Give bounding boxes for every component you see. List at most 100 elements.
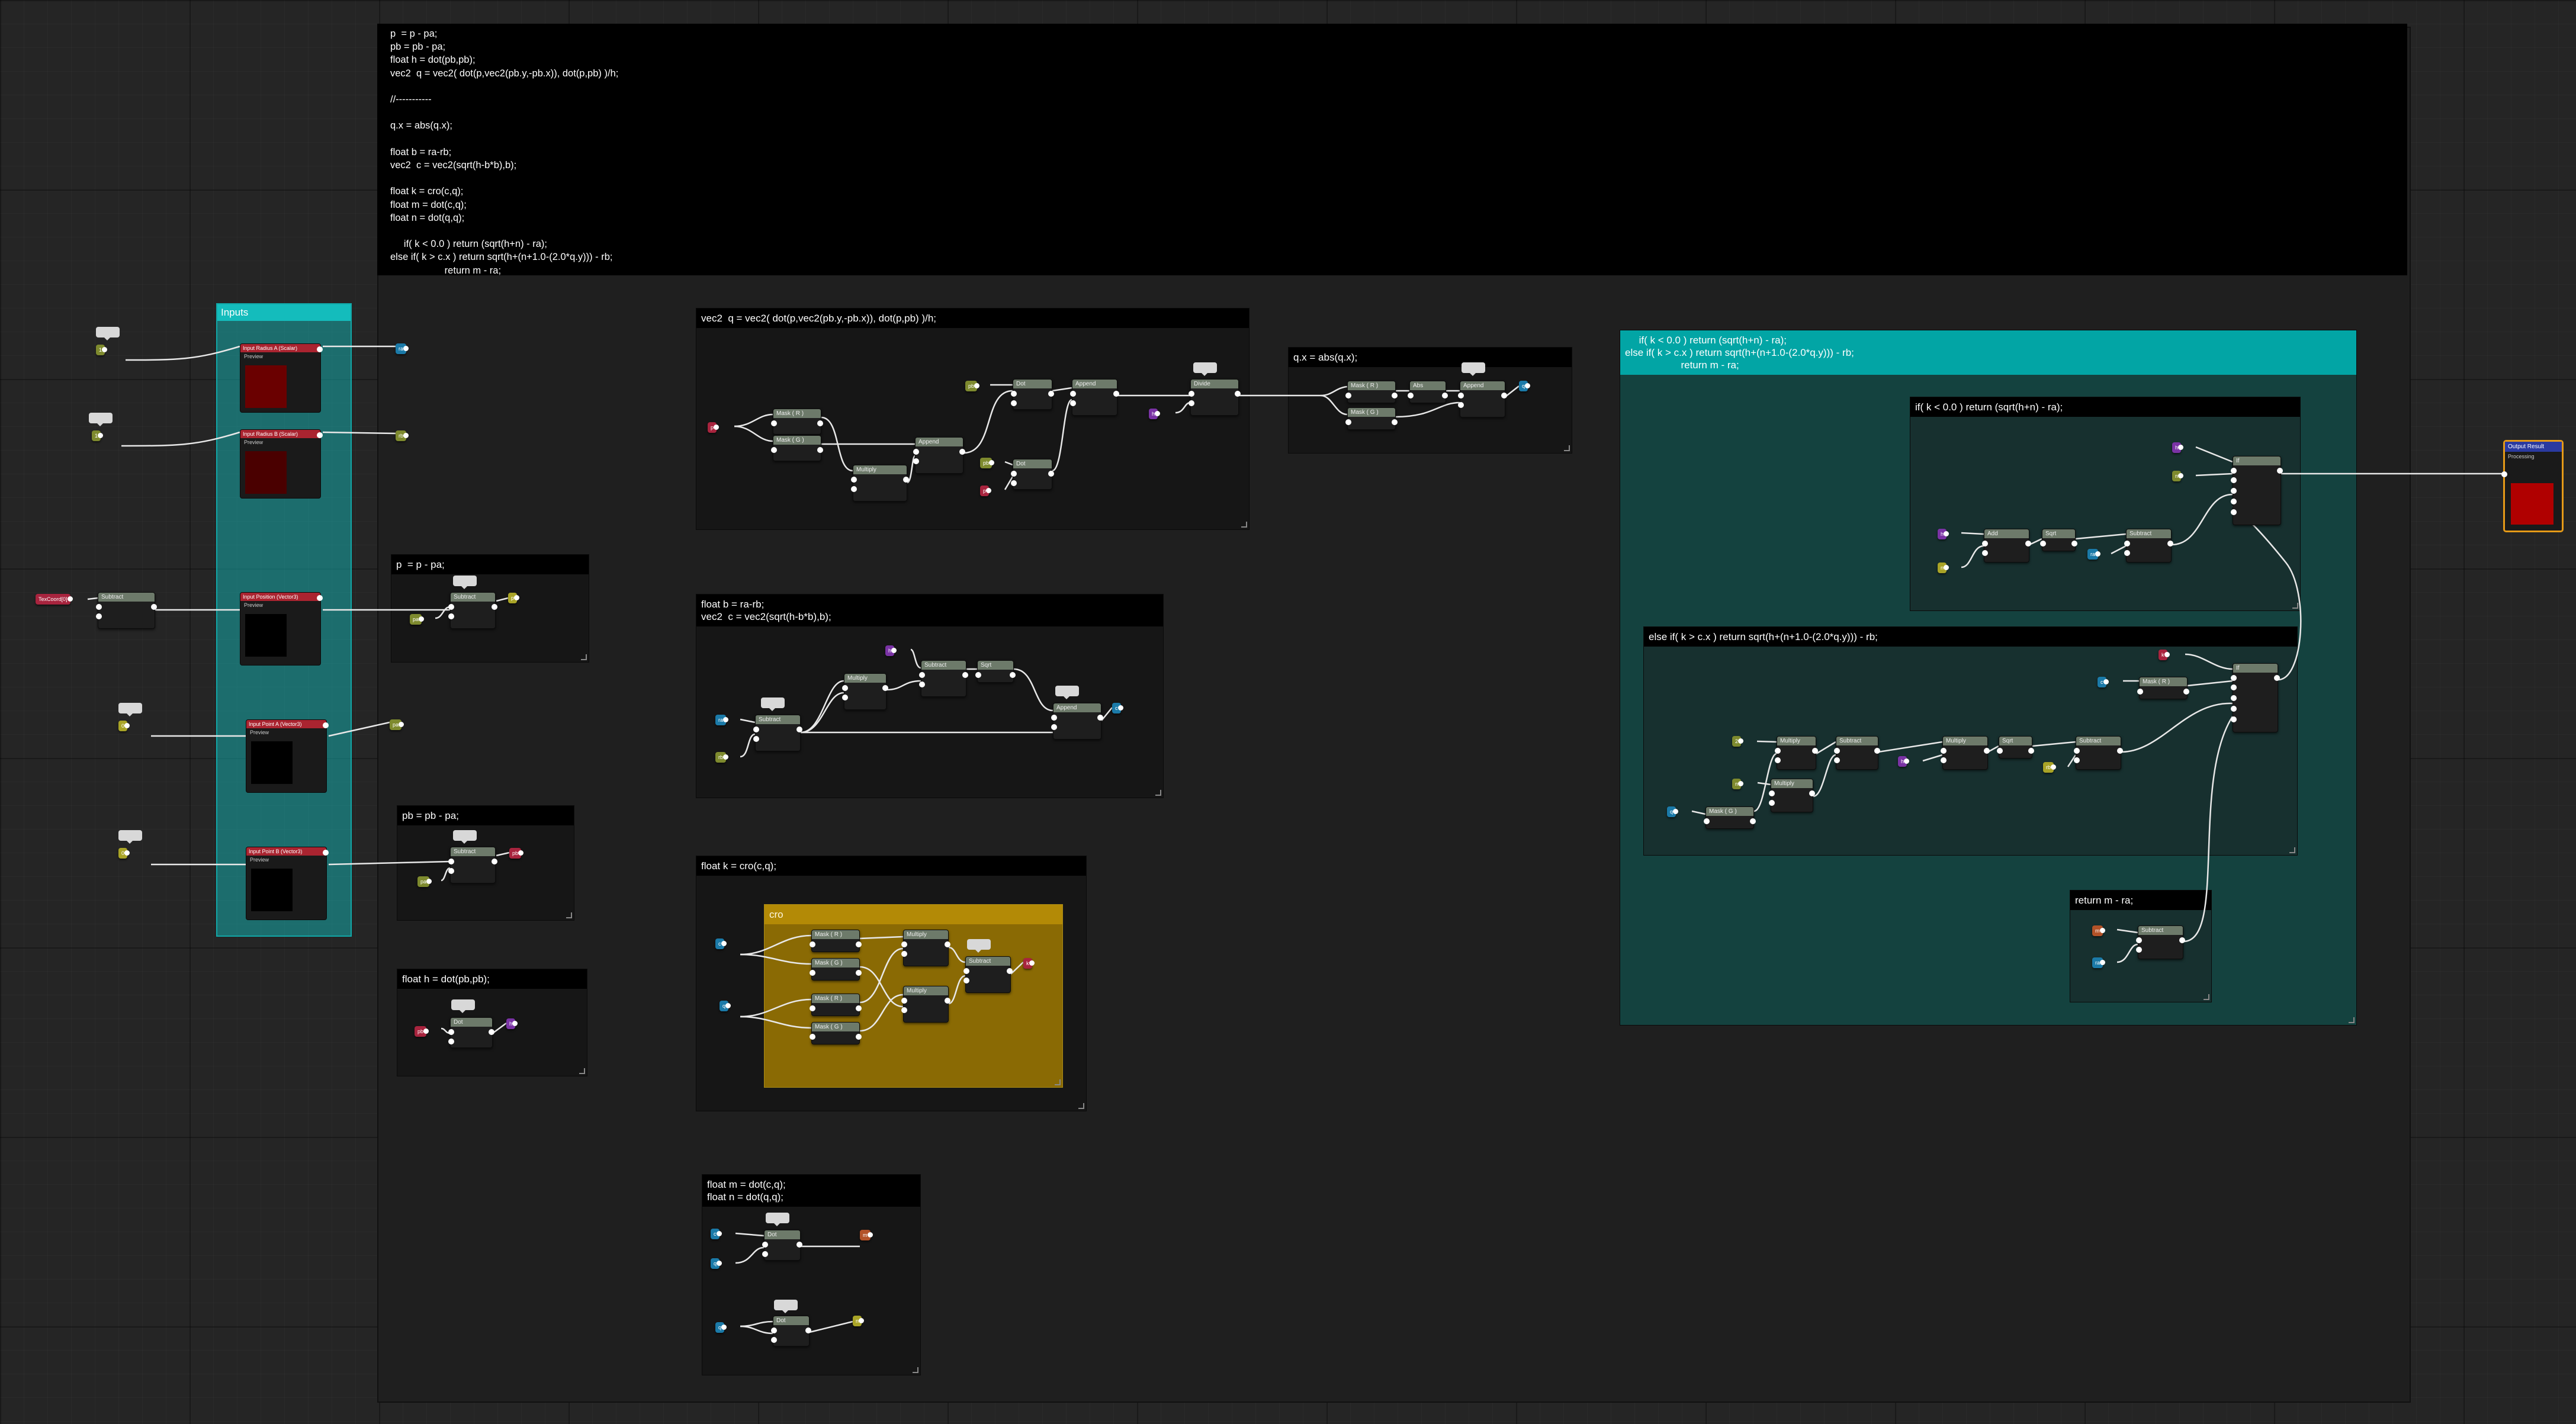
reroute-rb[interactable]: rb (396, 430, 409, 441)
reroute-c[interactable]: c (2098, 677, 2109, 687)
if-node[interactable]: If (2231, 663, 2280, 732)
input-pin-a[interactable] (1769, 790, 1775, 796)
comment-bubble[interactable] (118, 830, 142, 844)
output-pin[interactable] (1029, 960, 1035, 966)
output-pin[interactable] (867, 1232, 873, 1237)
output-pin[interactable] (856, 941, 862, 947)
output-pin[interactable] (2071, 541, 2077, 547)
dot-node[interactable]: Dot (448, 1017, 494, 1048)
output-pin[interactable] (891, 648, 897, 653)
comment-bubble[interactable] (1193, 362, 1217, 376)
input-pin-b[interactable] (96, 613, 102, 619)
input-pin-b[interactable] (851, 486, 857, 492)
reroute-pb[interactable]: pb (509, 848, 524, 859)
output-pin[interactable] (717, 1261, 722, 1266)
texcoord-node[interactable]: TexCoord[0] (36, 594, 73, 605)
input-radius-a-node[interactable]: Input Radius A (Scalar) Preview (240, 343, 323, 413)
input-pin-a[interactable] (753, 727, 759, 732)
output-pin[interactable] (492, 859, 497, 864)
reroute-p[interactable]: p (980, 486, 992, 496)
comment-bubble[interactable] (89, 413, 113, 426)
resize-handle[interactable] (1078, 1103, 1084, 1109)
input-pin[interactable] (2501, 471, 2507, 477)
input-pin-b[interactable] (2231, 684, 2237, 690)
output-pin[interactable] (1392, 393, 1398, 398)
constant-node[interactable]: 1 (92, 430, 104, 441)
input-pin[interactable] (810, 1005, 815, 1011)
output-pin[interactable] (489, 1029, 494, 1035)
output-result-node[interactable]: Output Result Processing (2501, 440, 2564, 532)
resize-handle[interactable] (2204, 994, 2209, 1000)
input-pin-a[interactable] (762, 1242, 768, 1248)
dot-node[interactable]: Dot (771, 1316, 811, 1346)
input-pin-a[interactable] (1051, 715, 1057, 721)
dot-node[interactable]: Dot (1011, 379, 1054, 410)
subtract-node[interactable]: Subtract (919, 660, 968, 697)
constant-node[interactable]: 0 (118, 848, 130, 859)
input-pin-a[interactable] (2074, 748, 2080, 754)
input-pin-a[interactable] (2136, 937, 2142, 943)
resize-handle[interactable] (1055, 1079, 1061, 1085)
output-pin[interactable] (1673, 809, 1679, 814)
mask-g-node[interactable]: Mask ( G ) (1345, 407, 1398, 430)
output-pin[interactable] (959, 449, 965, 455)
mask-g-node[interactable]: Mask ( G ) (771, 435, 823, 461)
input-pin-b[interactable] (1070, 400, 1076, 406)
code-comment[interactable]: p = p - pa; pb = pb - pa; float h = dot(… (377, 24, 2407, 276)
reroute-q[interactable]: q (720, 1001, 731, 1011)
output-pin[interactable] (2099, 928, 2105, 933)
input-pin[interactable] (975, 672, 981, 678)
input-pin[interactable] (2040, 541, 2046, 547)
reroute-h[interactable]: h (506, 1018, 518, 1029)
reroute-m[interactable]: m (2092, 925, 2105, 936)
output-pin[interactable] (1750, 818, 1756, 824)
reroute-c[interactable]: c (1112, 703, 1123, 713)
input-pin-a[interactable] (901, 941, 907, 947)
reroute-h[interactable]: h (1149, 409, 1161, 419)
reroute-k[interactable]: k (1023, 958, 1035, 969)
divide-node[interactable]: Divide (1189, 379, 1241, 416)
constant-node[interactable]: 2 (1732, 736, 1744, 747)
input-pin-a[interactable] (448, 604, 454, 610)
output-pin[interactable] (817, 420, 823, 426)
output-pin[interactable] (2274, 675, 2280, 681)
output-pin[interactable] (796, 1242, 802, 1248)
comment-bubble[interactable] (761, 697, 785, 711)
output-pin[interactable] (723, 717, 729, 722)
input-pin-b[interactable] (1769, 800, 1775, 806)
output-pin[interactable] (974, 383, 980, 388)
output-pin[interactable] (1117, 705, 1123, 711)
resize-handle[interactable] (913, 1367, 918, 1373)
input-pin-a[interactable] (913, 449, 919, 455)
input-point-b-node[interactable]: Input Point B (Vector3) Preview (246, 847, 329, 920)
output-pin[interactable] (1812, 748, 1818, 754)
reroute-ra[interactable]: ra (2092, 957, 2106, 968)
output-pin[interactable] (403, 346, 409, 351)
reroute-k[interactable]: k (2159, 650, 2170, 660)
output-pin[interactable] (1113, 391, 1119, 397)
mask-r-node[interactable]: Mask ( R ) (1345, 381, 1398, 403)
reroute-p[interactable]: p (708, 422, 720, 433)
input-pin[interactable] (810, 970, 815, 976)
reroute-ra[interactable]: ra (396, 343, 409, 354)
input-radius-b-node[interactable]: Input Radius B (Scalar) Preview (240, 429, 323, 499)
input-pin-a[interactable] (2124, 541, 2130, 547)
subtract-node[interactable]: Subtract (2074, 736, 2123, 770)
output-pin[interactable] (1048, 471, 1054, 477)
input-pin-b[interactable] (963, 978, 969, 983)
output-pin[interactable] (1048, 391, 1054, 397)
reroute-n[interactable]: n (2172, 471, 2184, 481)
output-pin[interactable] (151, 604, 157, 610)
input-pin-b[interactable] (842, 695, 848, 700)
output-pin[interactable] (882, 685, 888, 691)
reroute-h[interactable]: h (885, 645, 897, 656)
output-pin[interactable] (2164, 652, 2170, 657)
input-pin-b[interactable] (1458, 402, 1464, 408)
output-pin[interactable] (2167, 541, 2173, 547)
input-pin-altb[interactable] (2231, 716, 2237, 722)
output-pin[interactable] (2277, 468, 2283, 474)
output-pin[interactable] (518, 850, 524, 856)
reroute-m[interactable]: m (860, 1230, 873, 1240)
output-pin[interactable] (2095, 551, 2101, 557)
reroute-pb[interactable]: pb (965, 381, 980, 391)
